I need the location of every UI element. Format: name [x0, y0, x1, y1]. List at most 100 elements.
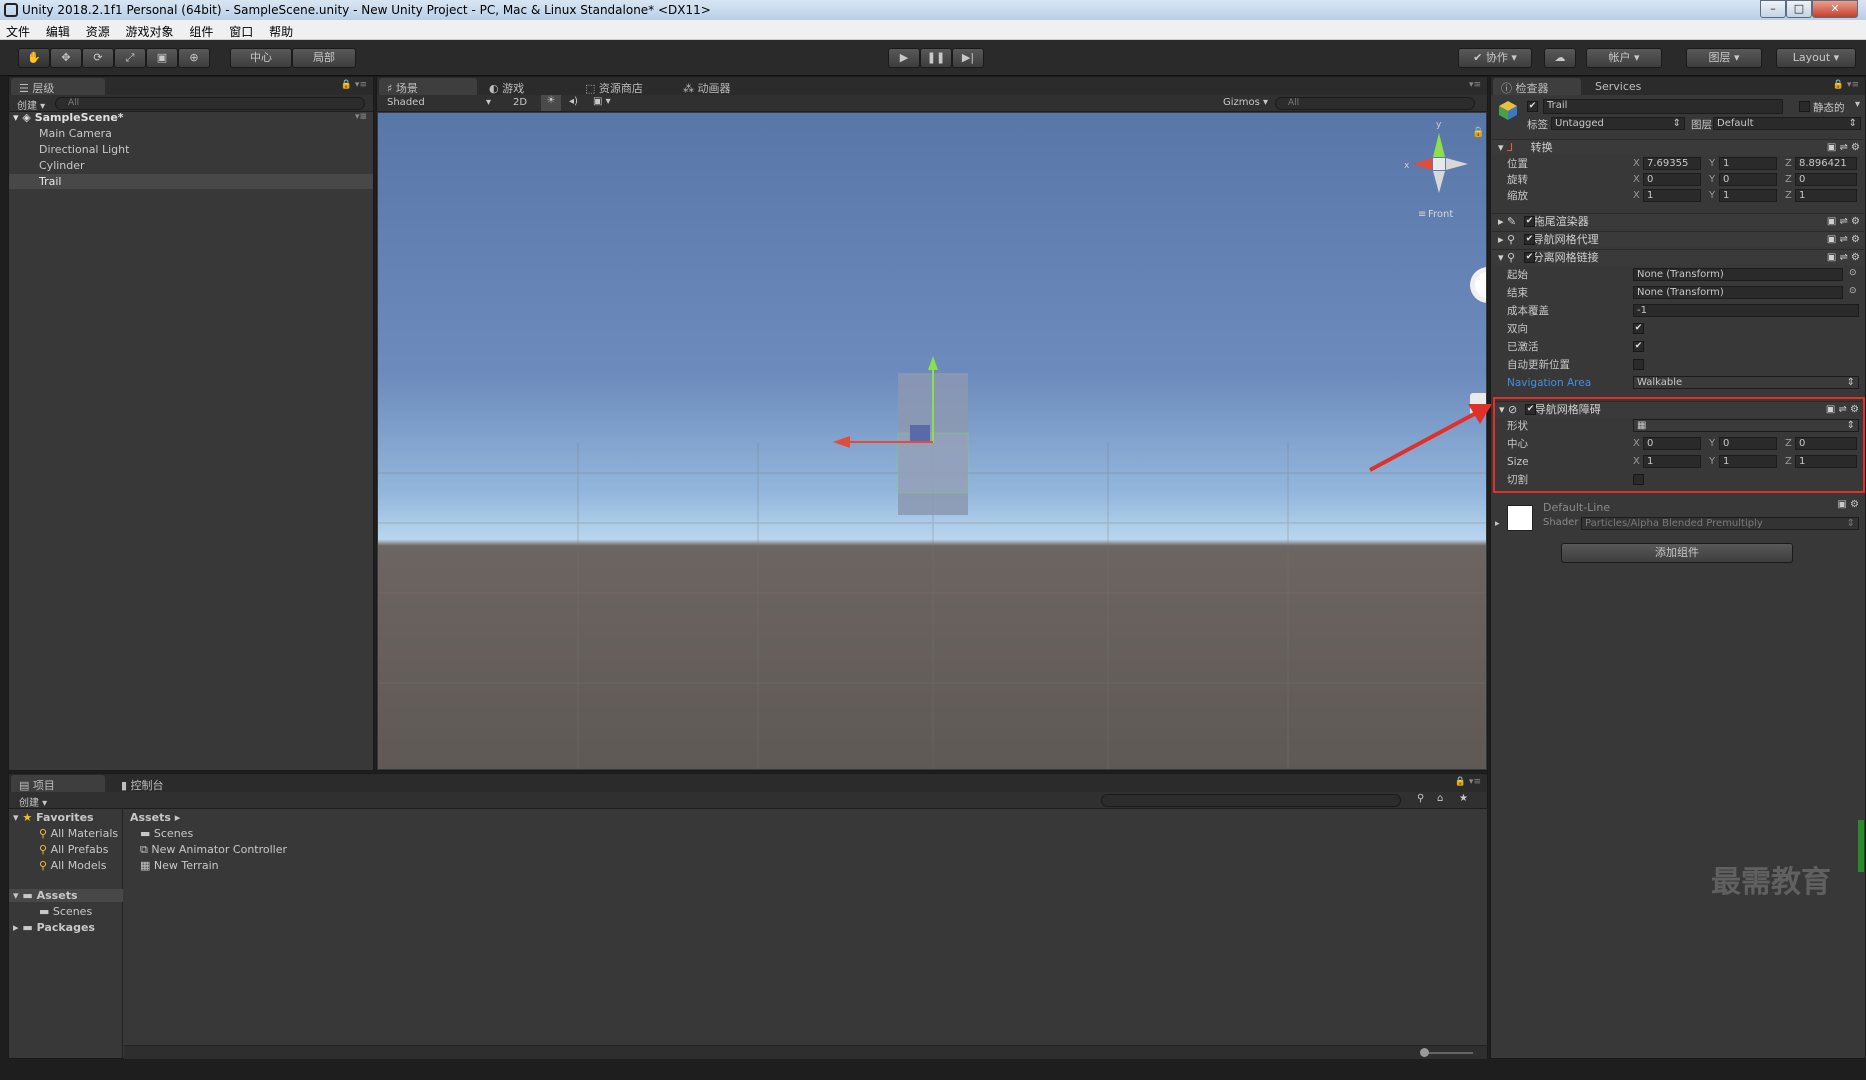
project-breadcrumb[interactable]: Assets ▸ [130, 811, 180, 824]
hierarchy-item[interactable]: Cylinder [9, 158, 373, 173]
assets-child-folder[interactable]: ▬ Scenes [39, 905, 92, 918]
hierarchy-search-input[interactable]: All [55, 97, 365, 110]
menu-component[interactable]: 组件 [183, 20, 219, 40]
menu-file[interactable]: 文件 [0, 20, 36, 40]
assets-folder[interactable]: ▾ ▬ Assets [9, 889, 123, 902]
pause-button[interactable]: ❚❚ [920, 48, 952, 68]
tab-project[interactable]: ▤ 项目 [11, 775, 105, 792]
object-picker-icon[interactable]: ⊙ [1849, 286, 1857, 296]
view-mode-label[interactable]: Front [1428, 209, 1453, 220]
scale-x-input[interactable]: 1 [1643, 189, 1701, 202]
start-field[interactable]: None (Transform) [1633, 268, 1843, 281]
auto-update-checkbox[interactable] [1633, 359, 1644, 370]
expand-arrow-icon[interactable]: ▾ [1492, 251, 1504, 264]
component-menu-icons[interactable]: ▣ ⇌ ⚙ [1826, 402, 1859, 418]
expand-arrow-icon[interactable]: ▾ [13, 811, 19, 824]
hierarchy-item[interactable]: Directional Light [9, 142, 373, 157]
menu-gameobject[interactable]: 游戏对象 [120, 20, 180, 40]
move-tool-icon[interactable]: ✥ [50, 48, 82, 68]
layer-dropdown[interactable]: Default ⇕ [1713, 117, 1861, 130]
component-menu-icons[interactable]: ▣ ⇌ ⚙ [1827, 140, 1860, 156]
expand-arrow-icon[interactable]: ▾ [13, 111, 19, 124]
step-button[interactable]: ▶| [952, 48, 984, 68]
scene-lock-icon[interactable]: 🔒 [1472, 126, 1484, 138]
panel-menu-icon[interactable]: 🔒 ▾≡ [1833, 80, 1859, 90]
size-y-input[interactable]: 1 [1719, 455, 1777, 468]
trail-renderer-header[interactable]: ▸ ✎ ✔ 拖尾渲染器 ▣ ⇌ ⚙ [1492, 213, 1864, 229]
maximize-button[interactable]: □ [1786, 0, 1812, 18]
tab-animator[interactable]: ⁂ 动画器 [675, 78, 765, 95]
tab-inspector[interactable]: ⓘ 检查器 [1493, 78, 1581, 95]
component-menu-icons[interactable]: ▣ ⇌ ⚙ [1827, 214, 1860, 230]
favorite-star-icon[interactable]: ★ [1459, 793, 1468, 804]
pivot-space-button[interactable]: 局部 [292, 48, 356, 68]
menu-edit[interactable]: 编辑 [40, 20, 76, 40]
panel-menu-icon[interactable]: ▾≡ [1469, 80, 1481, 90]
add-component-button[interactable]: 添加组件 [1561, 543, 1793, 563]
center-y-input[interactable]: 0 [1719, 437, 1777, 450]
rect-tool-icon[interactable]: ▣ [146, 48, 178, 68]
effects-toggle-icon[interactable]: ▣ ▾ [593, 96, 611, 107]
scrollbar-thumb[interactable] [1858, 820, 1864, 872]
play-button[interactable]: ▶ [888, 48, 920, 68]
shader-dropdown[interactable]: Particles/Alpha Blended Premultiply ⇕ [1581, 517, 1859, 530]
panel-menu-icon[interactable]: 🔒 ▾≡ [341, 80, 367, 90]
rotate-tool-icon[interactable]: ⟳ [82, 48, 114, 68]
tab-asset-store[interactable]: ⬚ 资源商店 [577, 78, 667, 95]
tag-dropdown[interactable]: Untagged ⇕ [1551, 117, 1685, 130]
material-expand-icon[interactable]: ▸ [1495, 519, 1500, 529]
size-z-input[interactable]: 1 [1795, 455, 1857, 468]
minimize-button[interactable]: – [1760, 0, 1786, 18]
carve-checkbox[interactable] [1633, 474, 1644, 485]
menu-assets[interactable]: 资源 [80, 20, 116, 40]
tab-game[interactable]: ◐ 游戏 [481, 78, 571, 95]
slider-thumb[interactable] [1420, 1048, 1429, 1057]
favorites-item[interactable]: ⚲ All Models [39, 859, 106, 872]
scene-root-item[interactable]: ▾ ◈ SampleScene* ▾≡ [9, 110, 373, 125]
asset-item[interactable]: ▬ Scenes [140, 827, 193, 840]
asset-item[interactable]: ▦ New Terrain [140, 859, 219, 872]
project-search-input[interactable] [1101, 794, 1401, 807]
shape-dropdown[interactable]: ▦ ⇕ [1633, 419, 1859, 432]
static-checkbox[interactable] [1799, 101, 1810, 112]
menu-help[interactable]: 帮助 [263, 20, 299, 40]
active-checkbox[interactable]: ✔ [1527, 101, 1538, 112]
packages-folder[interactable]: ▸ ▬ Packages [13, 921, 95, 934]
toggle-2d-button[interactable]: 2D [513, 97, 527, 108]
filter-type-icon[interactable]: ⚲ [1417, 793, 1424, 804]
filter-label-icon[interactable]: ⌂ [1437, 793, 1443, 804]
rotation-z-input[interactable]: 0 [1795, 173, 1857, 186]
move-handle-center[interactable] [910, 425, 930, 443]
material-preview[interactable] [1507, 505, 1533, 531]
layers-dropdown[interactable]: 图层 ▾ [1686, 48, 1762, 68]
gizmos-dropdown[interactable]: Gizmos ▾ [1223, 97, 1268, 108]
shading-mode-dropdown[interactable]: Shaded ▾ [387, 97, 491, 108]
tab-scene[interactable]: ♯ 场景 [379, 78, 477, 95]
position-z-input[interactable]: 8.896421 [1795, 157, 1857, 170]
activated-checkbox[interactable]: ✔ [1633, 341, 1644, 352]
nav-area-dropdown[interactable]: Walkable ⇕ [1633, 376, 1859, 389]
hand-tool-icon[interactable]: ✋ [18, 48, 50, 68]
project-create-button[interactable]: 创建 ▾ [19, 794, 47, 809]
account-dropdown[interactable]: 帐户 ▾ [1586, 48, 1662, 68]
offmesh-link-header[interactable]: ▾ ⚲ ✔ 分离网格链接 ▣ ⇌ ⚙ [1492, 249, 1864, 265]
audio-toggle-icon[interactable]: ◂) [569, 96, 578, 107]
cloud-icon[interactable]: ☁ [1544, 48, 1576, 68]
hierarchy-item-selected[interactable]: Trail [9, 174, 373, 189]
orientation-gizmo[interactable] [1413, 133, 1468, 193]
view-menu-icon[interactable]: ≡ [1418, 209, 1426, 220]
object-name-input[interactable]: Trail [1543, 99, 1783, 114]
scene-search-input[interactable]: All [1275, 97, 1475, 110]
component-menu-icons[interactable]: ▣ ⇌ ⚙ [1827, 250, 1860, 266]
expand-arrow-icon[interactable]: ▾ [1492, 141, 1504, 154]
position-x-input[interactable]: 7.69355 [1643, 157, 1701, 170]
center-x-input[interactable]: 0 [1643, 437, 1701, 450]
icon-size-slider[interactable] [1423, 1052, 1473, 1054]
rotation-x-input[interactable]: 0 [1643, 173, 1701, 186]
static-dropdown-icon[interactable]: ▾ [1855, 99, 1860, 110]
cost-input[interactable]: -1 [1633, 304, 1859, 317]
obstacle-header[interactable]: ▾ ⊘ ✔ 导航网格障碍 ▣ ⇌ ⚙ [1495, 401, 1861, 417]
tab-hierarchy[interactable]: ☰ 层级 [11, 78, 105, 95]
center-z-input[interactable]: 0 [1795, 437, 1857, 450]
scene-viewport[interactable]: y x Front ≡ 🔒 [378, 113, 1486, 769]
